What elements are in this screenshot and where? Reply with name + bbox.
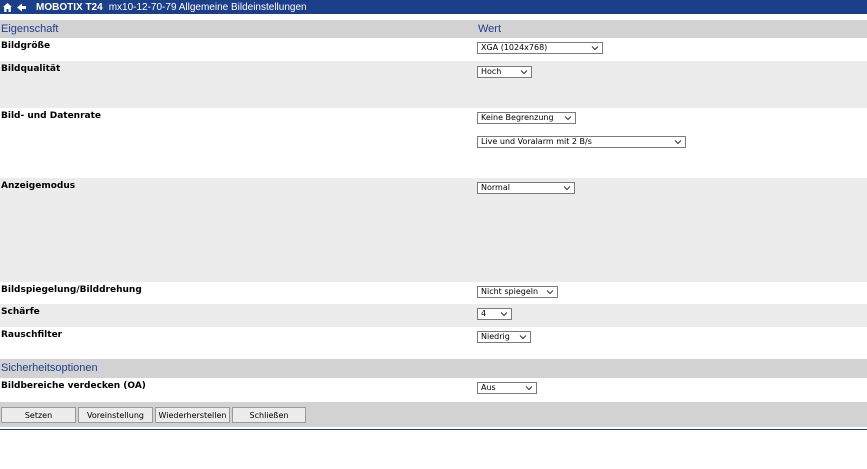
row-oa: Bildbereiche verdecken (OA) Aus bbox=[0, 378, 867, 402]
row-schaerfe: Schärfe 4 bbox=[0, 304, 867, 327]
oa-select[interactable]: Aus bbox=[477, 382, 537, 394]
bildqualitaet-value: Hoch bbox=[481, 67, 502, 76]
chevron-down-icon bbox=[546, 290, 554, 295]
section-header-sicherheit: Sicherheitsoptionen bbox=[0, 359, 867, 378]
datenrate-limit-value: Keine Begrenzung bbox=[481, 113, 554, 122]
column-header-property: Eigenschaft bbox=[1, 23, 59, 35]
rauschfilter-value: Niedrig bbox=[481, 332, 510, 341]
oa-label: Bildbereiche verdecken (OA) bbox=[1, 381, 146, 391]
title-bar: MOBOTIX T24 mx10-12-70-79 Allgemeine Bil… bbox=[0, 0, 867, 14]
chevron-down-icon bbox=[525, 386, 533, 391]
row-rauschfilter: Rauschfilter Niedrig bbox=[0, 327, 867, 359]
row-bildqualitaet: Bildqualität Hoch bbox=[0, 61, 867, 108]
brand-title: MOBOTIX T24 bbox=[36, 1, 103, 13]
datenrate-mode-select[interactable]: Live und Voralarm mit 2 B/s bbox=[477, 136, 686, 148]
bildqualitaet-select[interactable]: Hoch bbox=[477, 66, 532, 78]
back-arrow-icon[interactable] bbox=[14, 0, 28, 14]
chevron-down-icon bbox=[563, 186, 571, 191]
anzeigemodus-value: Normal bbox=[481, 183, 510, 192]
datenrate-label: Bild- und Datenrate bbox=[1, 111, 102, 121]
close-button[interactable]: Schließen bbox=[232, 407, 306, 423]
bottom-divider bbox=[0, 429, 867, 430]
schaerfe-label: Schärfe bbox=[1, 307, 40, 317]
rauschfilter-select[interactable]: Niedrig bbox=[477, 331, 531, 343]
chevron-down-icon bbox=[500, 312, 508, 317]
rauschfilter-label: Rauschfilter bbox=[1, 330, 63, 340]
button-bar: Setzen Voreinstellung Wiederherstellen S… bbox=[0, 402, 867, 427]
column-header-value: Wert bbox=[478, 23, 502, 35]
chevron-down-icon bbox=[674, 140, 682, 145]
chevron-down-icon bbox=[591, 46, 599, 51]
chevron-down-icon bbox=[564, 116, 572, 121]
page-subtitle: mx10-12-70-79 Allgemeine Bildeinstellung… bbox=[108, 1, 307, 13]
schaerfe-value: 4 bbox=[481, 309, 487, 318]
table-header: Eigenschaft Wert bbox=[0, 20, 867, 38]
restore-button[interactable]: Wiederherstellen bbox=[155, 407, 230, 423]
row-spiegelung: Bildspiegelung/Bilddrehung Nicht spiegel… bbox=[0, 282, 867, 304]
anzeigemodus-select[interactable]: Normal bbox=[477, 182, 575, 194]
row-datenrate: Bild- und Datenrate Keine Begrenzung Liv… bbox=[0, 108, 867, 178]
home-icon[interactable] bbox=[0, 0, 14, 14]
bildgroesse-label: Bildgröße bbox=[1, 41, 51, 51]
default-button[interactable]: Voreinstellung bbox=[78, 407, 153, 423]
datenrate-limit-select[interactable]: Keine Begrenzung bbox=[477, 112, 576, 124]
datenrate-mode-value: Live und Voralarm mit 2 B/s bbox=[481, 137, 592, 146]
chevron-down-icon bbox=[520, 70, 528, 75]
set-button[interactable]: Setzen bbox=[1, 407, 76, 423]
row-anzeigemodus: Anzeigemodus Normal bbox=[0, 178, 867, 282]
chevron-down-icon bbox=[519, 335, 527, 340]
schaerfe-select[interactable]: 4 bbox=[477, 308, 512, 320]
row-bildgroesse: Bildgröße XGA (1024x768) bbox=[0, 38, 867, 61]
spiegelung-select[interactable]: Nicht spiegeln bbox=[477, 286, 558, 298]
spiegelung-value: Nicht spiegeln bbox=[481, 287, 539, 296]
bildgroesse-value: XGA (1024x768) bbox=[481, 43, 548, 52]
oa-value: Aus bbox=[481, 383, 496, 392]
section-title: Sicherheitsoptionen bbox=[1, 362, 98, 374]
bildgroesse-select[interactable]: XGA (1024x768) bbox=[477, 42, 603, 54]
anzeigemodus-label: Anzeigemodus bbox=[1, 181, 76, 191]
bildqualitaet-label: Bildqualität bbox=[1, 64, 61, 74]
spiegelung-label: Bildspiegelung/Bilddrehung bbox=[1, 285, 142, 295]
